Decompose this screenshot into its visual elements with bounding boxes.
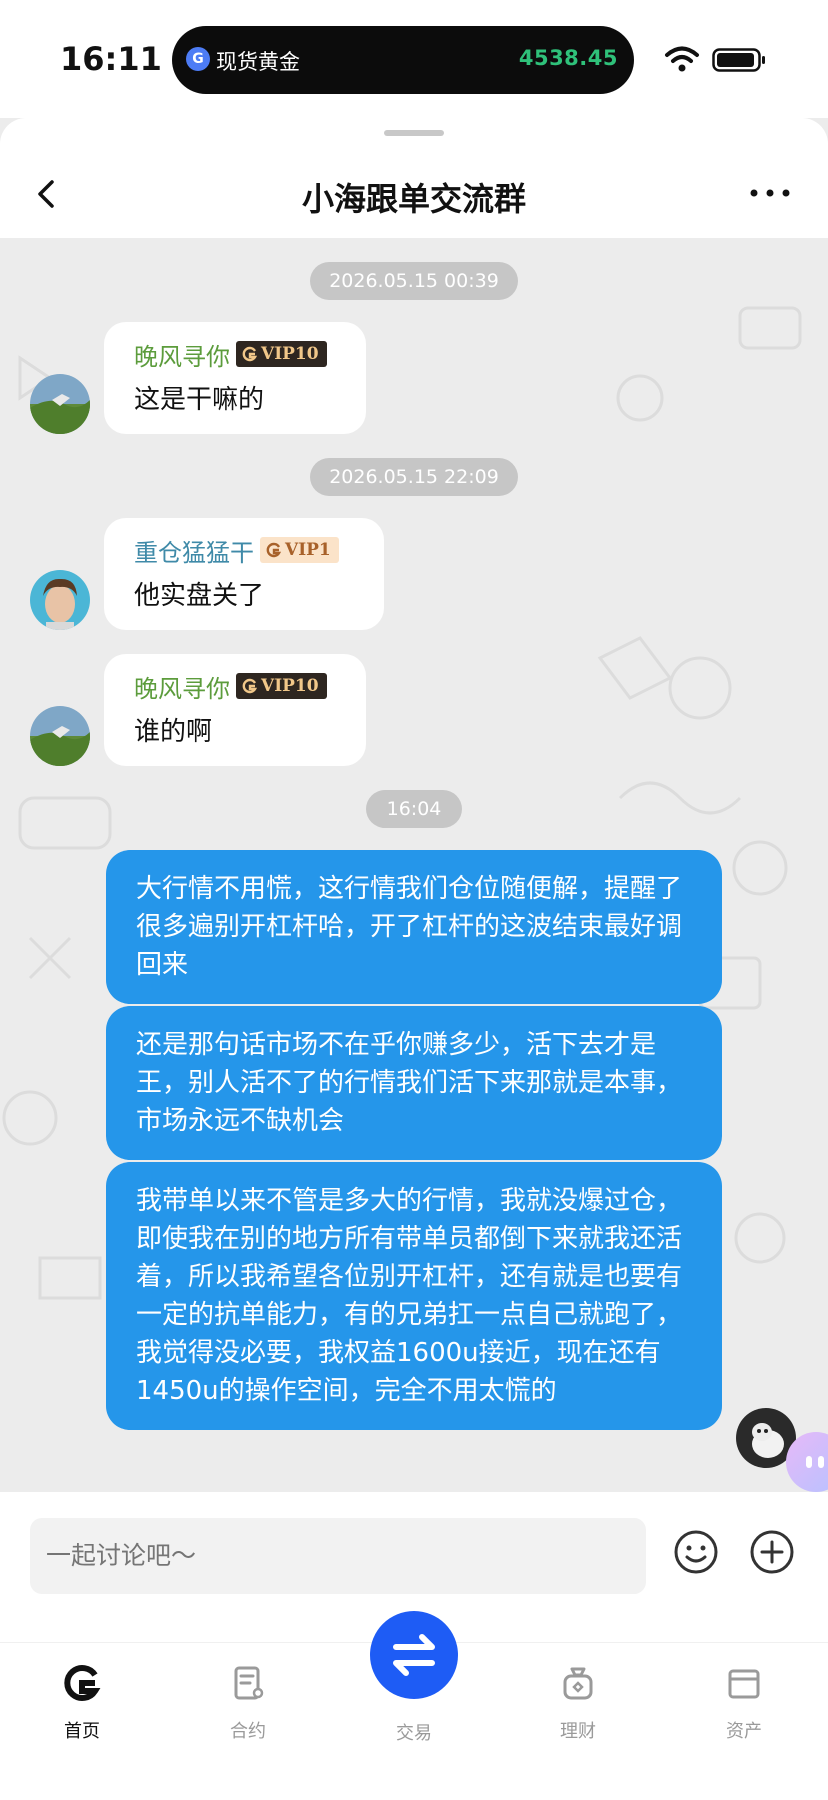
message-bubble[interactable]: 晚风寻你 VIP10 这是干嘛的	[104, 322, 366, 434]
vip-logo-icon	[266, 542, 282, 558]
outgoing-message-bubble[interactable]: 我带单以来不管是多大的行情，我就没爆过仓，即使我在别的地方所有带单员都倒下来就我…	[106, 1162, 722, 1430]
status-time: 16:11	[60, 40, 162, 78]
tab-label: 首页	[64, 1721, 100, 1742]
message-text: 我带单以来不管是多大的行情，我就没爆过仓，即使我在别的地方所有带单员都倒下来就我…	[136, 1186, 683, 1406]
avatar[interactable]	[30, 570, 90, 630]
tab-label: 资产	[726, 1721, 762, 1742]
avatar-portrait-icon	[30, 570, 90, 630]
swap-icon	[393, 1634, 435, 1676]
ticker-price: 4538.45	[518, 46, 618, 70]
vip-level: VIP10	[261, 676, 319, 696]
chat-header: 小海跟单交流群	[0, 118, 828, 238]
timestamp: 2026.05.15 22:09	[310, 458, 518, 496]
message-text: 大行情不用慌，这行情我们仓位随便解，提醒了很多遍别开杠杆哈，开了杠杆的这波结束最…	[136, 874, 683, 980]
home-logo-icon	[64, 1665, 101, 1701]
avatar-landscape-icon	[30, 374, 90, 434]
vip-badge: VIP10	[236, 673, 327, 699]
contract-icon	[234, 1666, 264, 1700]
wealth-bag-icon	[563, 1667, 593, 1700]
tab-label: 理财	[560, 1721, 596, 1742]
message-bubble[interactable]: 重仓猛猛干 VIP1 他实盘关了	[104, 518, 384, 630]
emoji-icon[interactable]	[672, 1528, 720, 1576]
vip-level: VIP1	[285, 540, 331, 560]
status-bar: 16:11 G 现货黄金 4538.45	[0, 0, 828, 118]
add-attachment-icon[interactable]	[748, 1528, 796, 1576]
vip-logo-icon	[242, 678, 258, 694]
sender-name[interactable]: 重仓猛猛干	[134, 533, 254, 568]
outgoing-message-bubble[interactable]: 大行情不用慌，这行情我们仓位随便解，提醒了很多遍别开杠杆哈，开了杠杆的这波结束最…	[106, 850, 722, 1004]
outgoing-message-bubble[interactable]: 还是那句话市场不在乎你赚多少，活下去才是王，别人活不了的行情我们活下来那就是本事…	[106, 1006, 722, 1160]
tab-home[interactable]: 首页	[22, 1663, 142, 1743]
wifi-icon	[665, 46, 699, 72]
vip-badge: VIP10	[236, 341, 327, 367]
gate-logo-icon: G	[186, 47, 210, 71]
tab-assets[interactable]: 资产	[684, 1663, 804, 1743]
vip-logo-icon	[242, 346, 258, 362]
timestamp: 2026.05.15 00:39	[310, 262, 518, 300]
sender-name[interactable]: 晚风寻你	[134, 669, 230, 704]
battery-icon	[712, 48, 765, 72]
floating-chat-button[interactable]	[786, 1432, 828, 1492]
vip-level: VIP10	[261, 344, 319, 364]
chat-title: 小海跟单交流群	[301, 180, 526, 218]
avatar[interactable]	[30, 706, 90, 766]
sender-name[interactable]: 晚风寻你	[134, 337, 230, 372]
message-text: 这是干嘛的	[134, 385, 265, 415]
trade-button[interactable]	[370, 1611, 458, 1699]
message-text: 他实盘关了	[134, 581, 265, 611]
message-input[interactable]	[30, 1518, 646, 1594]
avatar-landscape-icon	[30, 706, 90, 766]
message-text: 谁的啊	[134, 717, 213, 747]
more-options-icon[interactable]	[748, 178, 792, 208]
chat-dots-icon	[806, 1456, 824, 1468]
tab-trade-label[interactable]: 交易	[354, 1719, 474, 1745]
tab-label: 合约	[230, 1721, 266, 1742]
vip-badge: VIP1	[260, 537, 339, 563]
dynamic-island-ticker[interactable]: G 现货黄金 4538.45	[172, 26, 634, 94]
wallet-icon	[728, 1669, 760, 1699]
chat-messages[interactable]: 2026.05.15 00:39 晚风寻你 VIP10 这是干嘛的 2026.0…	[0, 238, 828, 1492]
bottom-tab-bar: 首页 合约 交易 理财 资产	[0, 1611, 828, 1800]
avatar[interactable]	[30, 374, 90, 434]
tab-wealth[interactable]: 理财	[518, 1663, 638, 1743]
sheet-grabber[interactable]	[384, 130, 444, 136]
ticker-name: 现货黄金	[216, 50, 300, 74]
message-text: 还是那句话市场不在乎你赚多少，活下去才是王，别人活不了的行情我们活下来那就是本事…	[136, 1030, 683, 1136]
timestamp: 16:04	[366, 790, 462, 828]
tab-contract[interactable]: 合约	[188, 1663, 308, 1743]
message-bubble[interactable]: 晚风寻你 VIP10 谁的啊	[104, 654, 366, 766]
